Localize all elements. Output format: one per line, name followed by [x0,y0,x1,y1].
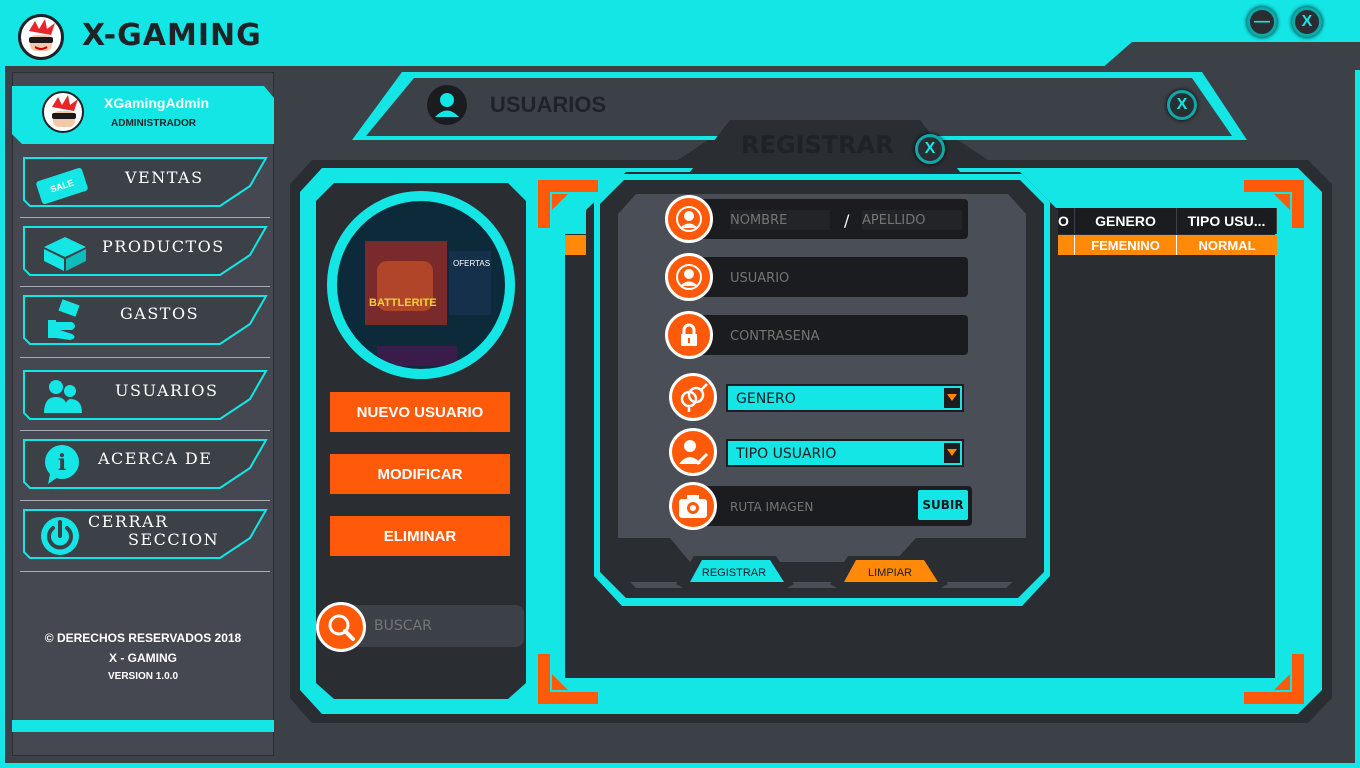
nav-label-ventas: VENTAS [125,168,204,187]
user-image-frame: BATTLERITE OFERTAS [327,191,515,379]
nav-divider [20,500,270,501]
register-dialog-bg [586,120,1058,616]
ruta-imagen-input[interactable] [730,497,910,517]
nav-label-acerca-de: ACERCA DE [98,449,213,468]
register-close-button[interactable]: X [915,134,945,164]
limpiar-label: LIMPIAR [868,567,912,579]
password-field [696,315,968,355]
footer-version: VERSION 1.0.0 [107,671,179,682]
ruta-icon-wrap [669,482,717,530]
limpiar-button[interactable]: LIMPIAR [830,554,950,596]
search-icon [328,614,355,641]
footer-copyright: © DERECHOS RESERVADOS 2018 [44,631,242,645]
genero-icon-wrap [669,373,717,421]
table-header[interactable]: GENERO [1075,208,1177,234]
password-field-icon-wrap [665,311,713,359]
user-circle-icon [427,85,467,125]
window-close-button[interactable]: X [1292,7,1322,37]
delete-button[interactable]: ELIMINAR [330,516,510,556]
sidebar-bottom-bar [12,720,274,732]
usuario-field [696,257,968,297]
corner-decoration [1244,654,1304,704]
tipo-icon-wrap [669,428,717,476]
modify-button[interactable]: MODIFICAR [330,454,510,494]
tipo-usuario-select[interactable]: TIPO USUARIO [726,439,964,467]
search-input[interactable] [374,615,514,637]
user-icon [676,206,702,232]
info-icon: i [45,445,79,484]
minimize-button[interactable]: — [1247,7,1277,37]
nav-item-gastos[interactable]: GASTOS [20,294,270,352]
nav-item-usuarios[interactable]: USUARIOS [20,369,270,427]
nav-divider [20,286,270,287]
nav-item-productos[interactable]: PRODUCTOS [20,225,270,283]
corner-decoration [538,654,598,704]
nav-label-cerrar: CERRAR [88,512,169,531]
box-icon [44,237,86,271]
user-edit-icon [679,440,709,466]
user-image: BATTLERITE OFERTAS [337,201,505,369]
footer-brand: X - GAMING [109,651,177,665]
user-icon [676,264,702,290]
registrar-button[interactable]: REGISTRAR [676,554,796,596]
app-logo [18,14,64,60]
register-title: REGISTRAR [741,131,894,159]
money-hand-icon [48,299,80,340]
usuario-input[interactable] [730,268,960,288]
panel-close-button[interactable]: X [1167,90,1197,120]
nav-divider [20,217,270,218]
lock-icon [681,323,697,346]
subir-button[interactable]: SUBIR [918,490,968,520]
nav-label-seccion: SECCION [128,530,220,549]
table-cell[interactable]: NORMAL [1177,235,1277,255]
nombre-field-icon-wrap [665,195,713,243]
nombre-input[interactable] [730,210,830,230]
genero-select[interactable]: GENERO [726,384,964,412]
ruta-imagen-field: SUBIR [700,486,972,526]
table-cell[interactable]: FEMENINO [1075,235,1177,255]
nav-item-cerrar-seccion[interactable]: CERRAR SECCION [20,508,270,566]
search-field[interactable] [344,605,524,647]
app-title: X-GAMING [82,18,262,53]
nombre-apellido-field: / [696,199,968,239]
user-name: XGamingAdmin [104,95,210,111]
name-separator: / [844,211,850,230]
chevron-down-icon [944,388,960,408]
registrar-label: REGISTRAR [702,567,766,579]
avatar [42,91,84,133]
power-icon [41,517,79,555]
panel-title: USUARIOS [490,92,607,117]
users-icon [44,380,82,413]
chevron-down-icon [944,443,960,463]
nav-divider [20,357,270,358]
nav-label-gastos: GASTOS [120,304,200,323]
preview-game-title: BATTLERITE [369,297,437,309]
nav-label-usuarios: USUARIOS [115,381,219,400]
usuario-field-icon-wrap [665,253,713,301]
corner-decoration [1244,180,1304,228]
apellido-input[interactable] [862,210,962,230]
search-button[interactable] [316,602,366,652]
nav-label-productos: PRODUCTOS [102,237,225,256]
nav-divider [20,430,270,431]
user-role: ADMINISTRADOR [111,118,196,129]
password-input[interactable] [730,326,960,346]
gender-icon [680,383,708,412]
preview-offers: OFERTAS [453,259,491,268]
genero-select-value: GENERO [736,391,796,407]
nav-item-ventas[interactable]: SALE VENTAS [20,156,270,214]
camera-icon [679,495,707,518]
new-user-button[interactable]: NUEVO USUARIO [330,392,510,432]
nav-divider [20,571,270,572]
tipo-select-value: TIPO USUARIO [736,446,837,462]
nav-item-acerca-de[interactable]: i ACERCA DE [20,438,270,496]
svg-text:i: i [58,450,66,476]
